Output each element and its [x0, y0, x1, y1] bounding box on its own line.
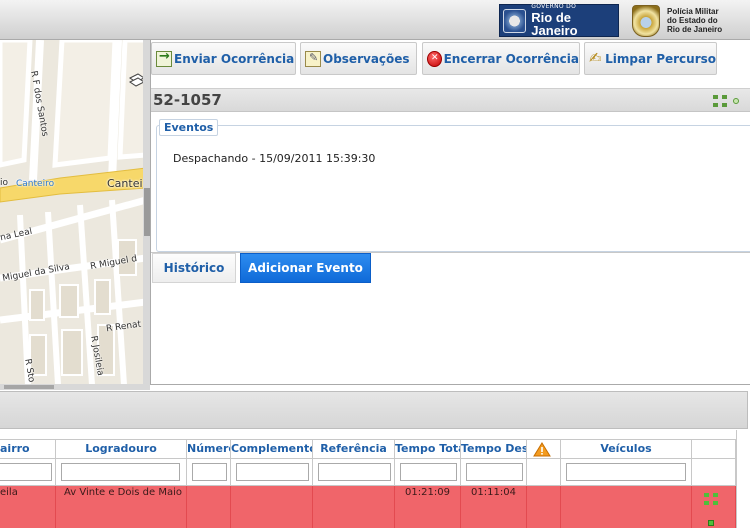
notes-icon [305, 50, 321, 67]
cell-complemento [231, 486, 313, 528]
column-header-numero[interactable]: Número [187, 440, 231, 459]
grid-vertical-scrollbar[interactable] [736, 430, 750, 528]
governo-rj-logo: GOVERNO DO Rio de Janeiro [499, 4, 619, 37]
column-header-referencia[interactable]: Referência [313, 440, 395, 459]
map-avenue-label: io [0, 178, 9, 188]
filter-logradouro-input[interactable] [61, 463, 180, 481]
filter-complemento-input[interactable] [236, 463, 309, 481]
filter-referencia-input[interactable] [318, 463, 391, 481]
pmerj-logo: Polícia Militar do Estado do Rio de Jane… [632, 3, 750, 38]
grid-header-row: airro Logradouro Número Complemento Refe… [0, 439, 736, 459]
grid-titlebar [0, 391, 748, 429]
cell-logradouro: Av Vinte e Dois de Maio [56, 486, 187, 528]
column-header-bairro[interactable]: airro [0, 440, 56, 459]
row-locate-icon[interactable] [708, 520, 714, 526]
filter-veiculos-input[interactable] [566, 463, 686, 481]
occurrences-grid: airro Logradouro Número Complemento Refe… [0, 390, 750, 528]
gov-logo-title: Rio de Janeiro [531, 10, 578, 38]
add-event-button[interactable]: Adicionar Evento [240, 253, 371, 283]
warning-icon [533, 442, 551, 457]
cell-bairro: eila [0, 486, 56, 528]
column-header-tempo-desp[interactable]: Tempo Des [461, 440, 527, 459]
filter-tempo-desp-input[interactable] [466, 463, 523, 481]
column-header-veiculos[interactable]: Veículos [561, 440, 692, 459]
filter-bairro-input[interactable] [0, 463, 52, 481]
table-row[interactable]: eila Av Vinte e Dois de Maio 01:21:09 01… [0, 486, 736, 528]
filter-tempo-total-input[interactable] [400, 463, 457, 481]
cell-veiculos [561, 486, 692, 528]
occurrence-code: 52-1057 [153, 91, 222, 109]
eraser-icon [589, 49, 603, 67]
cell-referencia [313, 486, 395, 528]
cell-tempo-desp: 01:11:04 [461, 486, 527, 528]
map-avenue-label: Cantei [107, 177, 143, 190]
column-header-tempo-total[interactable]: Tempo Tota [395, 440, 461, 459]
column-header-logradouro[interactable]: Logradouro [56, 440, 187, 459]
column-header-complemento[interactable]: Complemento [231, 440, 313, 459]
events-fieldset: Eventos Despachando - 15/09/2011 15:39:3… [156, 119, 750, 252]
send-occurrence-button[interactable]: Enviar Ocorrência [151, 42, 296, 75]
observations-button[interactable]: Observações [300, 42, 417, 75]
observations-label: Observações [323, 51, 410, 66]
pmerj-badge-icon [632, 4, 660, 37]
close-occurrence-label: Encerrar Ocorrência [443, 51, 579, 66]
minimize-icon[interactable] [733, 98, 739, 104]
grid-filter-row [0, 459, 736, 486]
occurrence-toolbar: Enviar Ocorrência Observações Encerrar O… [151, 40, 750, 88]
send-occurrence-label: Enviar Ocorrência [174, 51, 295, 66]
app-header: GOVERNO DO Rio de Janeiro Polícia Milita… [0, 0, 750, 40]
cell-tempo-total: 01:21:09 [395, 486, 461, 528]
scrollbar-thumb[interactable] [4, 385, 54, 389]
pm-logo-line3: Rio de Janeiro [667, 25, 723, 34]
state-seal-icon [503, 8, 527, 33]
cell-alert [527, 486, 561, 528]
event-entry: Despachando - 15/09/2011 15:39:30 [173, 152, 376, 165]
send-icon [156, 49, 172, 67]
expand-icon[interactable] [713, 95, 727, 107]
close-occurrence-button[interactable]: Encerrar Ocorrência [422, 42, 580, 75]
map-canvas[interactable] [0, 40, 146, 385]
cell-numero [187, 486, 231, 528]
history-tab[interactable]: Histórico [152, 253, 236, 283]
pm-logo-line2: do Estado do [667, 16, 718, 25]
row-expand-icon[interactable] [704, 493, 718, 505]
filter-numero-input[interactable] [192, 463, 227, 481]
occurrence-titlebar: 52-1057 [151, 88, 750, 112]
events-legend: Eventos [159, 119, 219, 136]
map-avenue-label: Canteiro [16, 179, 55, 189]
column-header-actions [692, 440, 736, 459]
close-icon [427, 50, 442, 67]
map-view[interactable]: R F dos Santos io Canteiro Cantei na Lea… [0, 40, 146, 385]
clear-route-button[interactable]: Limpar Percurso [584, 42, 717, 75]
clear-route-label: Limpar Percurso [605, 51, 716, 66]
occurrence-panel: Enviar Ocorrência Observações Encerrar O… [150, 40, 750, 385]
pm-logo-line1: Polícia Militar [667, 7, 719, 16]
